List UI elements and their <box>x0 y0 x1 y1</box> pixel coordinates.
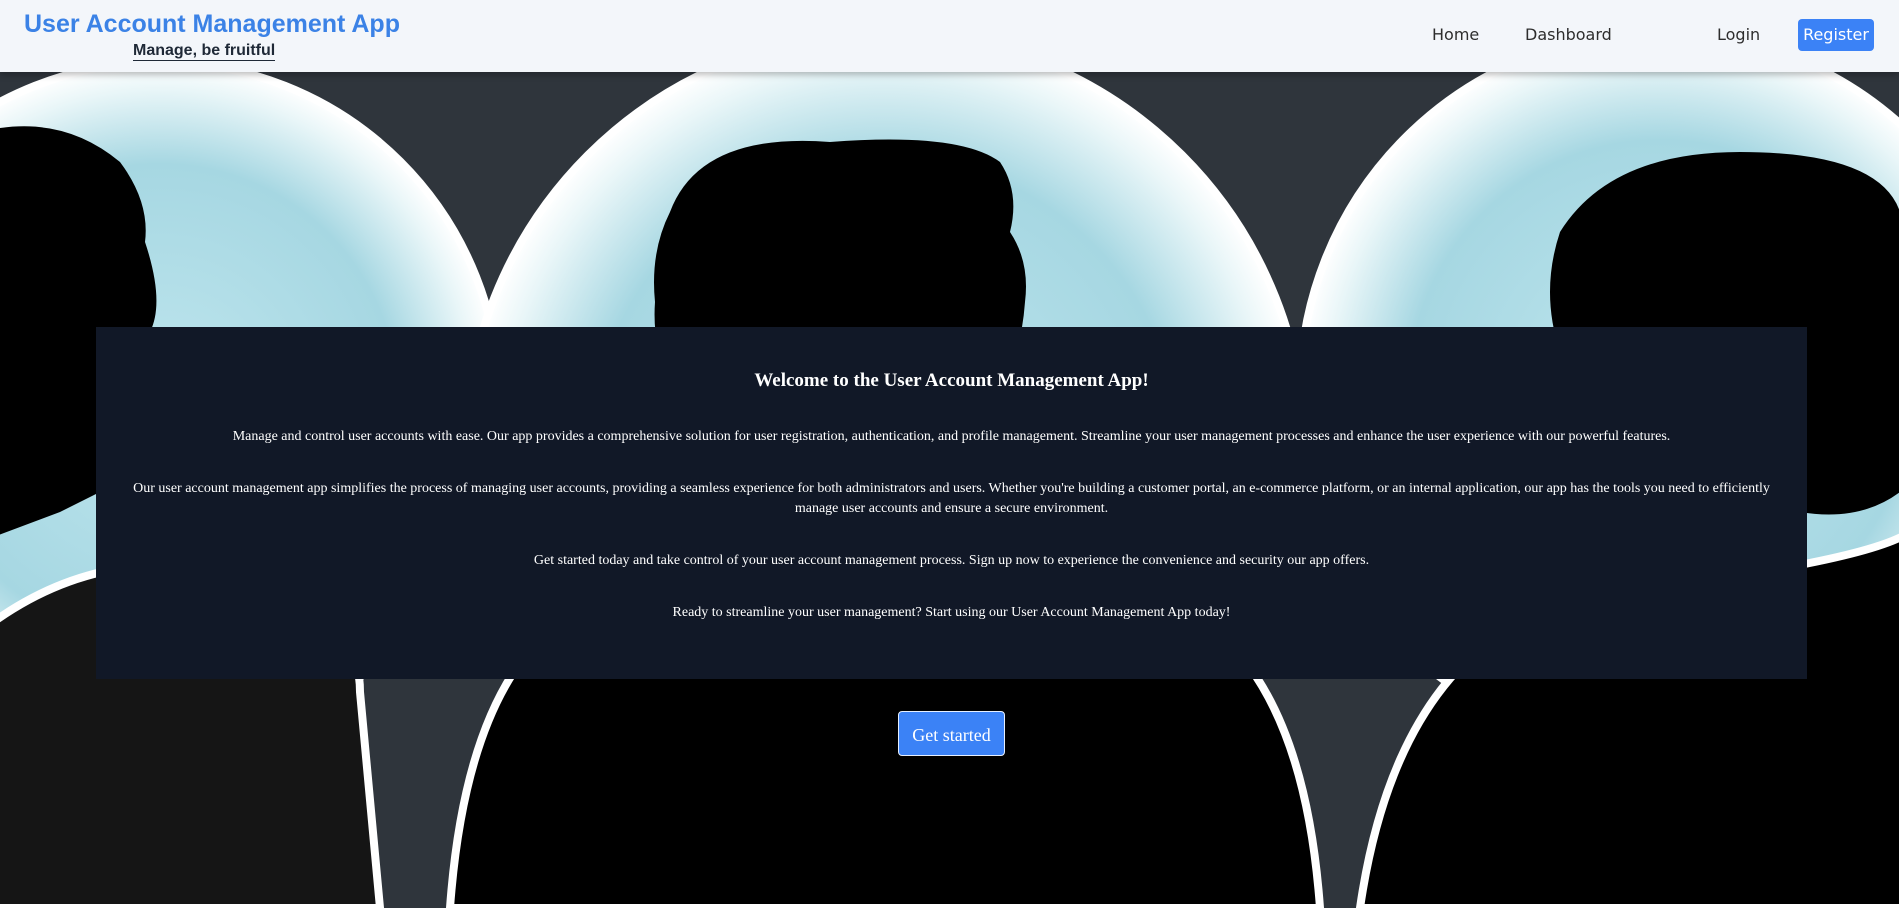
description-paragraph: Our user account management app simplifi… <box>133 481 1770 516</box>
brand-tagline: Manage, be fruitful <box>133 42 276 61</box>
brand[interactable]: User Account Management App Manage, be f… <box>24 10 400 61</box>
welcome-panel: Welcome to the User Account Management A… <box>96 327 1807 679</box>
welcome-heading: Welcome to the User Account Management A… <box>754 370 1149 391</box>
navbar: User Account Management App Manage, be f… <box>0 0 1899 72</box>
intro-paragraph: Manage and control user accounts with ea… <box>232 429 1671 444</box>
page: User Account Management App Manage, be f… <box>0 0 1899 908</box>
register-button[interactable]: Register <box>1798 19 1874 51</box>
nav-link-dashboard[interactable]: Dashboard <box>1525 25 1612 45</box>
signup-paragraph: Get started today and take control of yo… <box>533 553 1370 568</box>
get-started-button[interactable]: Get started <box>898 711 1005 756</box>
nav-link-login[interactable]: Login <box>1717 25 1760 45</box>
nav-link-home[interactable]: Home <box>1432 25 1479 45</box>
brand-title[interactable]: User Account Management App <box>24 10 400 38</box>
closing-paragraph: Ready to streamline your user management… <box>672 605 1231 620</box>
